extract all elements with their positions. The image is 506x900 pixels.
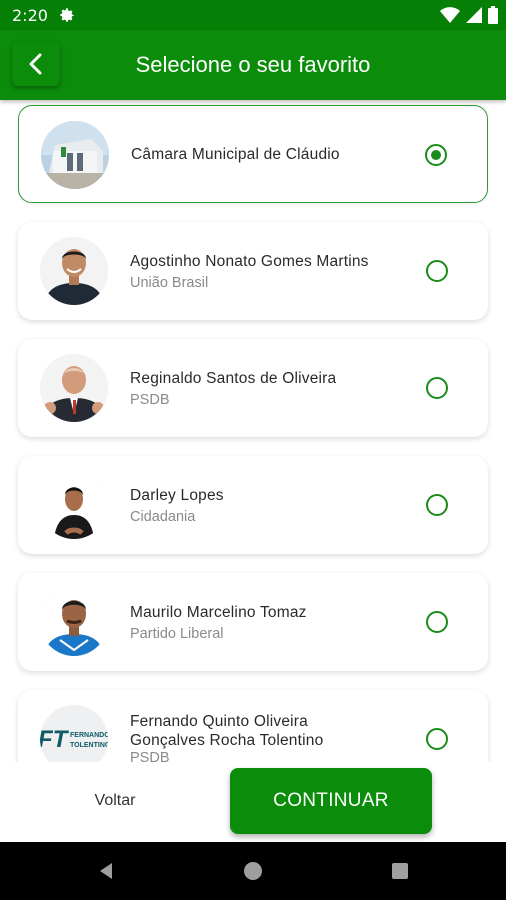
- status-time: 2:20: [12, 6, 48, 25]
- system-nav-bar: [0, 842, 506, 900]
- voltar-button[interactable]: Voltar: [60, 792, 170, 810]
- item-name: Câmara Municipal de Cláudio: [131, 145, 340, 163]
- avatar: FT FERNANDO TOLENTINO: [40, 705, 108, 762]
- logo-caption: TOLENTINO: [70, 742, 108, 749]
- item-party: Partido Liberal: [130, 625, 224, 642]
- wifi-icon: [440, 7, 460, 23]
- avatar: [40, 471, 108, 539]
- status-bar: 2:20: [0, 0, 506, 30]
- list-item[interactable]: Darley Lopes Cidadania: [18, 456, 488, 554]
- bottom-actions: Voltar CONTINUAR: [0, 762, 506, 842]
- list-item[interactable]: Câmara Municipal de Cláudio: [18, 105, 488, 203]
- favorites-list[interactable]: Câmara Municipal de Cláudio Agostinho No…: [0, 100, 506, 762]
- nav-back-icon[interactable]: [96, 861, 116, 881]
- avatar: [40, 354, 108, 422]
- app-bar: Selecione o seu favorito: [0, 30, 506, 100]
- list-item[interactable]: Maurilo Marcelino Tomaz Partido Liberal: [18, 573, 488, 671]
- item-name: Reginaldo Santos de Oliveira: [130, 369, 337, 387]
- radio-button[interactable]: [425, 144, 447, 166]
- battery-icon: [488, 6, 498, 24]
- nav-recents-icon[interactable]: [390, 861, 410, 881]
- logo-caption: FERNANDO: [70, 732, 108, 739]
- radio-button[interactable]: [426, 260, 448, 282]
- item-name: Darley Lopes: [130, 486, 224, 504]
- item-party: União Brasil: [130, 274, 209, 291]
- radio-button[interactable]: [426, 611, 448, 633]
- item-party: PSDB: [130, 750, 170, 762]
- item-name: Fernando Quinto Oliveira Gonçalves Rocha…: [130, 713, 324, 749]
- list-item[interactable]: Reginaldo Santos de Oliveira PSDB: [18, 339, 488, 437]
- radio-button[interactable]: [426, 377, 448, 399]
- avatar: [41, 121, 109, 189]
- continue-button[interactable]: CONTINUAR: [230, 768, 432, 834]
- list-item[interactable]: FT FERNANDO TOLENTINO Fernando Quinto Ol…: [18, 690, 488, 762]
- logo-initials: FT: [40, 726, 70, 753]
- item-party: Cidadania: [130, 508, 196, 525]
- radio-button[interactable]: [426, 494, 448, 516]
- page-title: Selecione o seu favorito: [135, 52, 371, 77]
- signal-icon: [466, 7, 482, 23]
- radio-button[interactable]: [426, 728, 448, 750]
- gear-icon: [60, 8, 74, 22]
- nav-home-icon[interactable]: [243, 861, 263, 881]
- item-name: Maurilo Marcelino Tomaz: [130, 603, 307, 621]
- item-party: PSDB: [130, 391, 170, 408]
- list-item[interactable]: Agostinho Nonato Gomes Martins União Bra…: [18, 222, 488, 320]
- avatar: [40, 237, 108, 305]
- item-name: Agostinho Nonato Gomes Martins: [130, 252, 369, 270]
- avatar: [40, 588, 108, 656]
